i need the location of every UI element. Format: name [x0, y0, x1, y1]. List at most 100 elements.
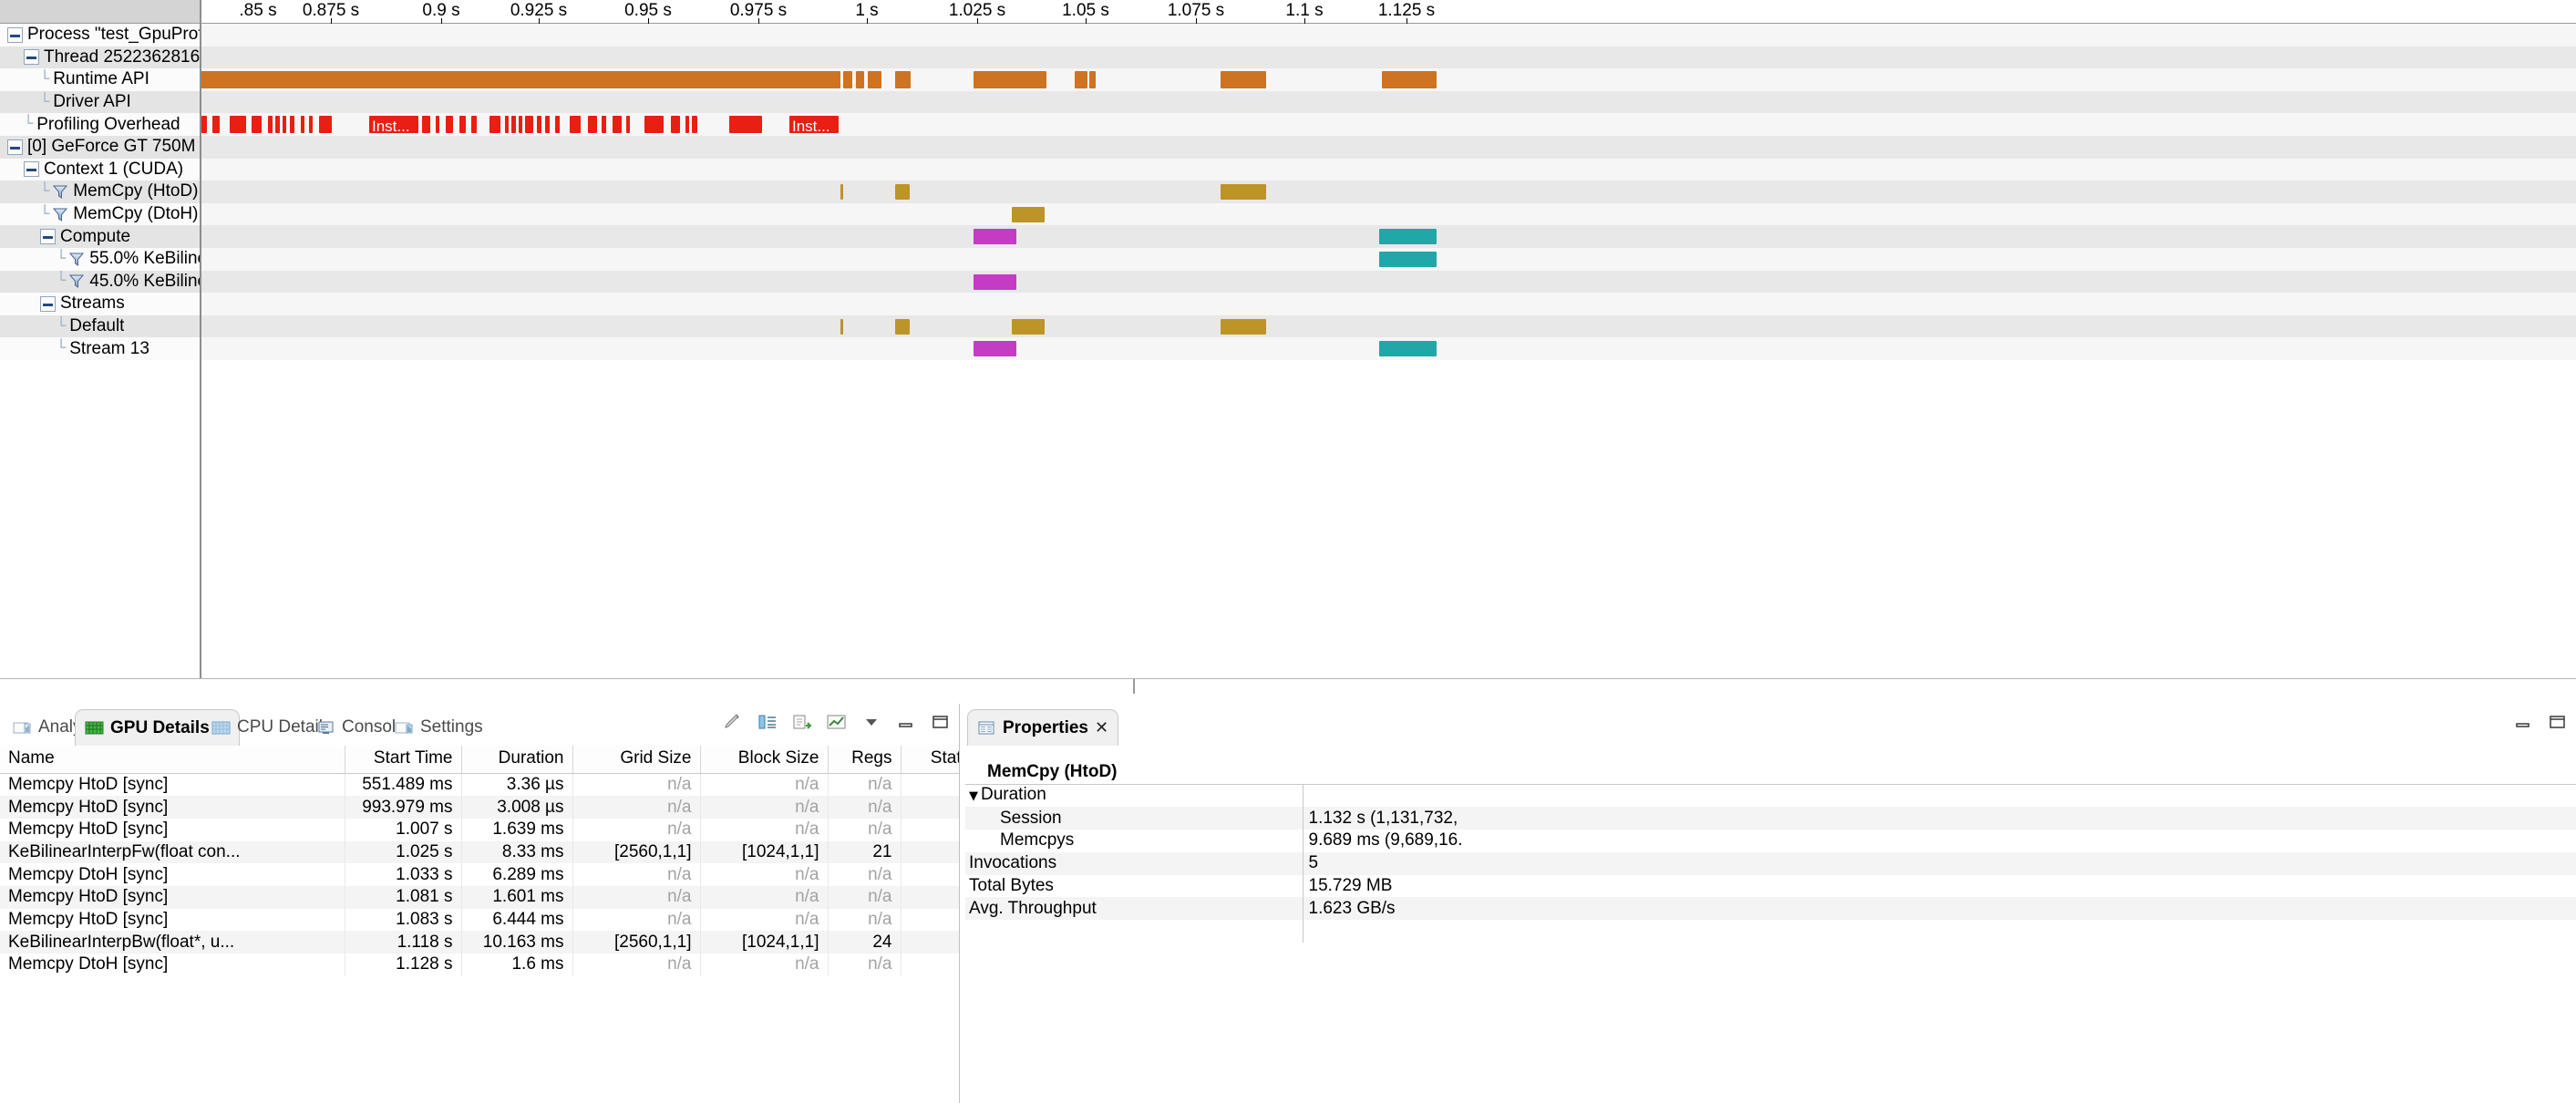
- timeline-bar[interactable]: [644, 116, 664, 134]
- horizontal-splitter[interactable]: [0, 678, 2576, 704]
- properties-body[interactable]: ▼ Duration Session 1.132 s (1,131,732, Memcp…: [965, 784, 2576, 943]
- tree-item-4[interactable]: └ Profiling Overhead: [0, 113, 201, 136]
- timeline-bar[interactable]: [290, 116, 294, 134]
- timeline-row[interactable]: └ Runtime API: [0, 68, 2576, 91]
- timeline-bar[interactable]: [545, 116, 550, 134]
- tree-item-6[interactable]: Context 1 (CUDA): [0, 158, 201, 181]
- timeline-lane[interactable]: [201, 68, 2576, 91]
- timeline-bar[interactable]: [201, 71, 840, 89]
- table-row[interactable]: Memcpy DtoH [sync] 1.128 s 1.6 ms n/a n/a n/a…: [0, 954, 959, 976]
- timeline-lane[interactable]: [201, 90, 2576, 114]
- timeline-bar[interactable]: [834, 116, 839, 134]
- timeline-row[interactable]: └ MemCpy (DtoH): [0, 202, 2576, 226]
- timeline-lane[interactable]: [201, 270, 2576, 294]
- timeline-bar[interactable]: [268, 116, 273, 134]
- filter-funnel-icon[interactable]: [53, 185, 68, 199]
- timeline-bar[interactable]: [201, 116, 207, 134]
- filter-funnel-icon[interactable]: [69, 274, 85, 289]
- timeline-bar[interactable]: [525, 116, 533, 134]
- property-row[interactable]: Total Bytes 15.729 MB: [965, 874, 2576, 898]
- timeline-bar[interactable]: [974, 273, 1016, 290]
- timeline-bar[interactable]: [212, 116, 220, 134]
- table-row[interactable]: Memcpy HtoD [sync] 551.489 ms 3.36 µs n/a n/…: [0, 773, 959, 797]
- tree-item-1[interactable]: Thread 2522362816: [0, 46, 201, 69]
- collapse-expander-icon[interactable]: [24, 49, 39, 66]
- timeline-lane[interactable]: [201, 247, 2576, 271]
- timeline-lane[interactable]: [201, 135, 2576, 159]
- timeline-bar[interactable]: [895, 71, 911, 89]
- timeline-bar[interactable]: [1012, 206, 1045, 222]
- tab-settings[interactable]: Settings: [386, 709, 492, 746]
- menu-arrow-icon[interactable]: [860, 713, 882, 731]
- timeline-bar[interactable]: [1221, 318, 1266, 335]
- property-row[interactable]: Avg. Throughput 1.623 GB/s: [965, 897, 2576, 921]
- timeline-bar[interactable]: [868, 71, 881, 89]
- timeline-row[interactable]: └ MemCpy (HtoD): [0, 180, 2576, 203]
- collapse-expander-icon[interactable]: [7, 139, 23, 155]
- timeline-lane[interactable]: [201, 314, 2576, 338]
- column-header[interactable]: Start Time: [345, 746, 462, 774]
- timeline-bar[interactable]: [895, 184, 910, 201]
- timeline-bar[interactable]: [840, 184, 843, 201]
- table-row[interactable]: Memcpy HtoD [sync] 1.007 s 1.639 ms n/a n/a n…: [0, 818, 959, 841]
- collapse-expander-icon[interactable]: [7, 26, 23, 43]
- timeline-bar[interactable]: [602, 116, 606, 134]
- property-row[interactable]: Session 1.132 s (1,131,732,: [965, 807, 2576, 830]
- column-header[interactable]: Regs: [828, 746, 902, 774]
- details-table[interactable]: Name Start Time Duration Grid Size Block Siz…: [0, 746, 959, 976]
- timeline-ruler[interactable]: .85 s 0.875 s 0.9 s 0.925 s 0.95 s 0.975 s1 s…: [0, 0, 2576, 24]
- timeline-bar[interactable]: [275, 116, 280, 134]
- tree-item-8[interactable]: └ MemCpy (DtoH): [0, 202, 201, 226]
- timeline-lane[interactable]: [201, 24, 2576, 46]
- collapse-expander-icon[interactable]: [40, 229, 56, 245]
- filter-funnel-icon[interactable]: [69, 253, 85, 266]
- panel-toolbar[interactable]: [722, 713, 952, 731]
- tree-item-9[interactable]: Compute: [0, 225, 201, 248]
- collapse-expander-icon[interactable]: [24, 161, 39, 178]
- timeline-rows[interactable]: Process "test_GpuProfiler" (...Thread 25…: [0, 24, 2576, 678]
- table-row[interactable]: Memcpy HtoD [sync] 993.979 ms 3.008 µs n/a n…: [0, 796, 959, 819]
- timeline-bar[interactable]: [685, 116, 689, 134]
- filter-funnel-icon[interactable]: [53, 208, 68, 222]
- timeline-lane[interactable]: [201, 158, 2576, 181]
- timeline-row[interactable]: Thread 2522362816: [0, 46, 2576, 69]
- details-table-scroll[interactable]: Name Start Time Duration Grid Size Block Siz…: [0, 746, 959, 1103]
- timeline-lane[interactable]: [201, 293, 2576, 315]
- timeline-bar[interactable]: [1221, 184, 1266, 201]
- column-header[interactable]: Static SMem: [901, 746, 959, 774]
- timeline-row[interactable]: Process "test_GpuProfiler" (...: [0, 24, 2576, 46]
- minimize-icon[interactable]: [2512, 713, 2534, 731]
- expand-triangle-icon[interactable]: ▼: [969, 789, 978, 803]
- timeline-bar[interactable]: [283, 116, 286, 134]
- minimize-icon[interactable]: [895, 713, 917, 731]
- table-row[interactable]: Memcpy HtoD [sync] 1.083 s 6.444 ms n/a n/a n…: [0, 908, 959, 932]
- timeline-bar[interactable]: [459, 116, 466, 134]
- timeline-bar[interactable]: [1089, 71, 1096, 89]
- timeline-bar[interactable]: [974, 341, 1016, 357]
- timeline-bar[interactable]: [471, 116, 477, 134]
- tree-item-10[interactable]: └ 55.0% KeBilinearl...: [0, 247, 201, 271]
- export-icon[interactable]: [791, 713, 813, 731]
- timeline-bar[interactable]: [1379, 341, 1437, 357]
- tree-item-0[interactable]: Process "test_GpuProfiler" (...: [0, 24, 201, 46]
- column-header[interactable]: Block Size: [700, 746, 829, 774]
- table-header-row[interactable]: Name Start Time Duration Grid Size Block Siz…: [0, 746, 959, 774]
- ruler-track[interactable]: .85 s 0.875 s 0.9 s 0.925 s 0.95 s 0.975 s1 s…: [201, 0, 2576, 24]
- properties-tab-bar[interactable]: Properties ✕: [960, 704, 2576, 746]
- timeline-bar[interactable]: [369, 116, 418, 134]
- timeline-bar[interactable]: [230, 116, 246, 134]
- property-row[interactable]: Memcpys 9.689 ms (9,689,16.: [965, 830, 2576, 852]
- property-row[interactable]: [965, 920, 2576, 943]
- timeline-bar[interactable]: [446, 116, 453, 134]
- timeline-bar[interactable]: [301, 116, 304, 134]
- timeline-bar[interactable]: [489, 116, 500, 134]
- property-row[interactable]: Invocations 5: [965, 851, 2576, 875]
- table-row[interactable]: KeBilinearInterpBw(float*, u... 1.118 s 10…: [0, 931, 959, 954]
- tree-item-2[interactable]: └ Runtime API: [0, 68, 201, 91]
- timeline-row[interactable]: Context 1 (CUDA): [0, 158, 2576, 181]
- tree-timeline-divider[interactable]: [200, 0, 201, 678]
- chart-icon[interactable]: [826, 713, 848, 731]
- tree-item-3[interactable]: └ Driver API: [0, 90, 201, 114]
- column-header[interactable]: Grid Size: [572, 746, 701, 774]
- timeline-bar[interactable]: [252, 116, 262, 134]
